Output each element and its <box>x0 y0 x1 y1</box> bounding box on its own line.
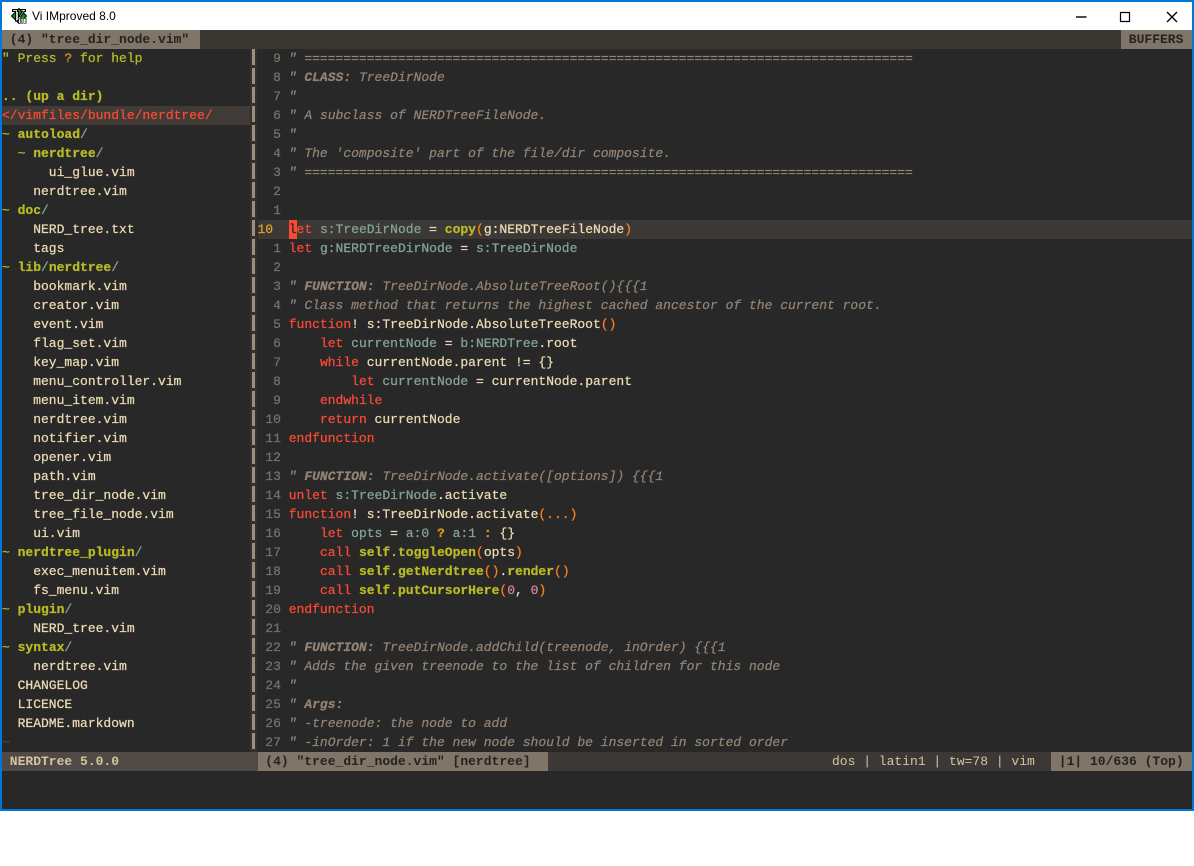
svg-text:im: im <box>19 15 28 24</box>
